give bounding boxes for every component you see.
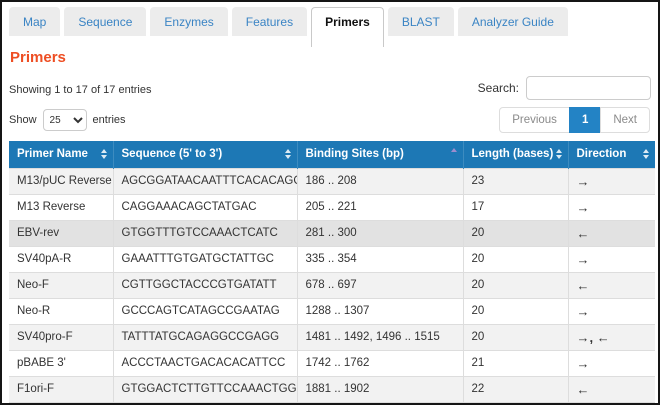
tab-sequence[interactable]: Sequence [64, 7, 146, 36]
cell-direction: → [568, 298, 655, 324]
column-header-binding-sites[interactable]: Binding Sites (bp) [297, 141, 463, 168]
cell-direction: → [568, 168, 655, 194]
cell-sequence: CGTTGGCTACCCGTGATATT [113, 272, 297, 298]
cell-primer-name: EBV-rev [9, 220, 113, 246]
cell-primer-name: F1ori-F [9, 376, 113, 402]
cell-sequence: TATTTATGCAGAGGCCGAGG [113, 324, 297, 350]
cell-binding-sites: 186 .. 208 [297, 168, 463, 194]
cell-primer-name: Neo-F [9, 272, 113, 298]
sort-icon [556, 149, 562, 159]
entries-info: Showing 1 to 17 of 17 entries [9, 84, 151, 96]
cell-direction: → [568, 246, 655, 272]
cell-length: 21 [463, 350, 568, 376]
cell-primer-name: SV40pA-R [9, 246, 113, 272]
cell-sequence: GAAATTTGTGATGCTATTGC [113, 246, 297, 272]
cell-binding-sites: 1481 .. 1492, 1496 .. 1515 [297, 324, 463, 350]
sort-icon [285, 149, 291, 159]
cell-primer-name: SV40pro-F [9, 324, 113, 350]
column-header-primer-name[interactable]: Primer Name [9, 141, 113, 168]
cell-length: 20 [463, 220, 568, 246]
cell-direction: ← [568, 272, 655, 298]
search-input[interactable] [526, 76, 651, 100]
table-row[interactable]: SV40pA-RGAAATTTGTGATGCTATTGC335 .. 35420… [9, 246, 655, 272]
cell-length: 20 [463, 272, 568, 298]
cell-direction: → [568, 350, 655, 376]
table-row[interactable]: SV40pro-FTATTTATGCAGAGGCCGAGG1481 .. 149… [9, 324, 655, 350]
column-header-sequence[interactable]: Sequence (5' to 3') [113, 141, 297, 168]
table-row[interactable]: M13 ReverseCAGGAAACAGCTATGAC205 .. 22117… [9, 194, 655, 220]
tab-analyzer-guide[interactable]: Analyzer Guide [458, 7, 568, 36]
next-page-button[interactable]: Next [600, 107, 650, 133]
cell-primer-name: pBABE 3' [9, 350, 113, 376]
cell-direction: → [568, 194, 655, 220]
analyzer-window: MapSequenceEnzymesFeaturesPrimersBLASTAn… [0, 0, 660, 405]
cell-binding-sites: 335 .. 354 [297, 246, 463, 272]
cell-length: 22 [463, 376, 568, 402]
column-header-direction[interactable]: Direction [568, 141, 655, 168]
cell-length: 20 [463, 246, 568, 272]
show-label: Show [9, 114, 37, 126]
table-row[interactable]: EBV-revGTGGTTTGTCCAAACTCATC281 .. 30020← [9, 220, 655, 246]
entries-label: entries [93, 114, 126, 126]
primers-panel: Primers Showing 1 to 17 of 17 entries Se… [2, 41, 658, 405]
cell-primer-name: Neo-R [9, 298, 113, 324]
cell-length: 20 [463, 298, 568, 324]
table-row[interactable]: Neo-FCGTTGGCTACCCGTGATATT678 .. 69720← [9, 272, 655, 298]
column-label: Sequence (5' to 3') [122, 148, 223, 160]
cell-direction: →, ← [568, 324, 655, 350]
sort-icon [101, 149, 107, 159]
cell-binding-sites: 678 .. 697 [297, 272, 463, 298]
sort-asc-icon [451, 148, 457, 158]
cell-sequence: GTGGTTTGTCCAAACTCATC [113, 220, 297, 246]
primers-table-body: M13/pUC ReverseAGCGGATAACAATTTCACACAGG18… [9, 168, 655, 405]
column-label: Direction [577, 148, 627, 160]
cell-length: 20 [463, 324, 568, 350]
table-row[interactable]: pBABE 3'ACCCTAACTGACACACATTCC1742 .. 176… [9, 350, 655, 376]
cell-sequence: GTGGACTCTTGTTCCAAACTGG [113, 376, 297, 402]
cell-length: 23 [463, 168, 568, 194]
cell-sequence: AGCGGATAACAATTTCACACAGG [113, 168, 297, 194]
primers-table: Primer Name Sequence (5' to 3') Binding … [9, 141, 655, 405]
cell-direction: ← [568, 376, 655, 402]
table-row[interactable]: M13/pUC ReverseAGCGGATAACAATTTCACACAGG18… [9, 168, 655, 194]
cell-binding-sites: 1881 .. 1902 [297, 376, 463, 402]
table-row[interactable]: F1ori-FGTGGACTCTTGTTCCAAACTGG1881 .. 190… [9, 376, 655, 402]
cell-length: 17 [463, 194, 568, 220]
cell-binding-sites: 205 .. 221 [297, 194, 463, 220]
cell-binding-sites: 1742 .. 1762 [297, 350, 463, 376]
tab-blast[interactable]: BLAST [388, 7, 454, 36]
page-size-select[interactable]: 25 [43, 109, 87, 131]
cell-sequence: ACCCTAACTGACACACATTCC [113, 350, 297, 376]
column-label: Length (bases) [472, 148, 554, 160]
page-1-button[interactable]: 1 [569, 107, 601, 133]
table-row[interactable]: Neo-RGCCCAGTCATAGCCGAATAG1288 .. 130720→ [9, 298, 655, 324]
cell-binding-sites: 1288 .. 1307 [297, 298, 463, 324]
column-label: Binding Sites (bp) [306, 148, 404, 160]
cell-direction: ← [568, 220, 655, 246]
tab-map[interactable]: Map [9, 7, 60, 36]
cell-primer-name: M13 Reverse [9, 194, 113, 220]
previous-page-button[interactable]: Previous [499, 107, 570, 133]
cell-primer-name: M13/pUC Reverse [9, 168, 113, 194]
tab-primers[interactable]: Primers [311, 7, 384, 47]
sort-icon [643, 149, 649, 159]
cell-binding-sites: 281 .. 300 [297, 220, 463, 246]
column-label: Primer Name [17, 148, 88, 160]
page-title: Primers [10, 49, 651, 66]
column-header-length[interactable]: Length (bases) [463, 141, 568, 168]
search-label: Search: [478, 81, 519, 95]
tab-bar: MapSequenceEnzymesFeaturesPrimersBLASTAn… [2, 2, 658, 41]
tab-features[interactable]: Features [232, 7, 307, 36]
cell-sequence: CAGGAAACAGCTATGAC [113, 194, 297, 220]
cell-sequence: GCCCAGTCATAGCCGAATAG [113, 298, 297, 324]
tab-enzymes[interactable]: Enzymes [150, 7, 227, 36]
pagination: Previous 1 Next [500, 107, 650, 133]
